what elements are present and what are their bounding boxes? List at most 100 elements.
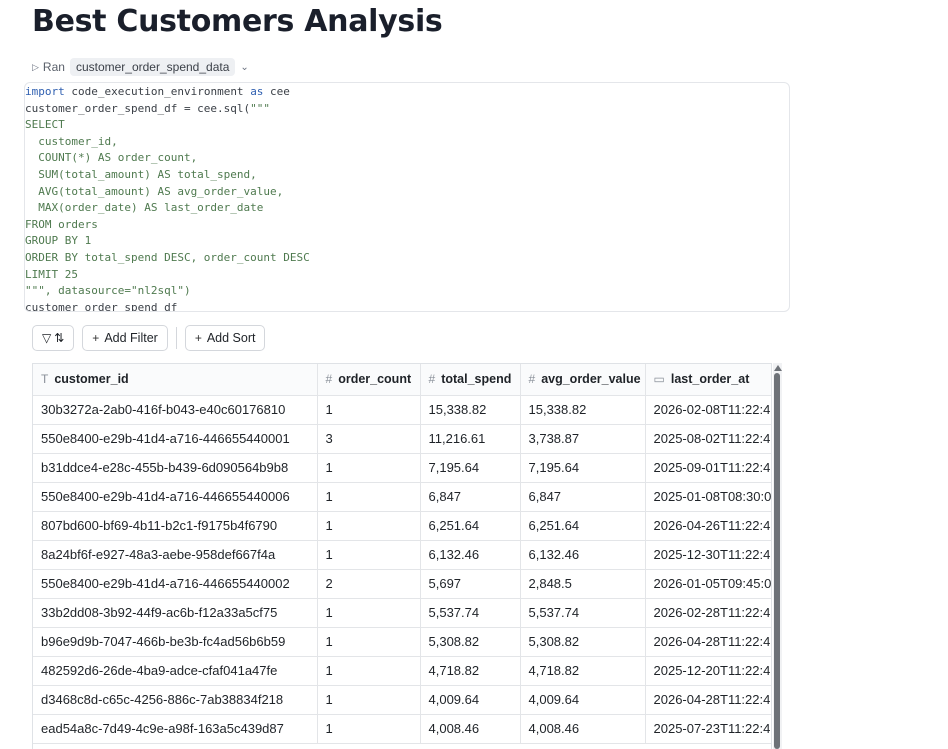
table-cell-total-spend[interactable]: 6,847 bbox=[420, 482, 521, 512]
table-cell-total-spend[interactable]: 6,132.46 bbox=[420, 540, 521, 570]
code-line: FROM orders bbox=[25, 217, 98, 233]
table-cell-total-spend[interactable]: 4,009.64 bbox=[420, 685, 521, 715]
table-cell-avg-order-value[interactable]: 5,308.82 bbox=[520, 627, 646, 657]
table-cell-last-order-at[interactable]: 2026-04-26T11:22:4 bbox=[645, 511, 771, 541]
code-cell[interactable]: import code_execution_environment as cee… bbox=[24, 82, 790, 312]
table-row[interactable]: 33b2dd08-3b92-44f9-ac6b-f12a33a5cf75 1 5,5… bbox=[33, 598, 771, 628]
table-row[interactable]: 807bd600-bf69-4b11-b2c1-f9175b4f6790 1 6,2… bbox=[33, 511, 771, 541]
table-cell-total-spend[interactable]: 5,697 bbox=[420, 569, 521, 599]
column-header-total-spend[interactable]: # total_spend bbox=[420, 364, 521, 396]
table-cell-total-spend[interactable]: 7,195.64 bbox=[420, 453, 521, 483]
table-cell-order-count[interactable]: 1 bbox=[317, 453, 421, 483]
code-line: COUNT(*) AS order_count, bbox=[25, 150, 197, 166]
table-cell-order-count[interactable]: 1 bbox=[317, 482, 421, 512]
table-cell-avg-order-value[interactable]: 15,338.82 bbox=[520, 395, 646, 425]
table-row[interactable]: 30b3272a-2ab0-416f-b043-e40c60176810 1 15,… bbox=[33, 395, 771, 425]
table-cell-order-count[interactable]: 1 bbox=[317, 395, 421, 425]
plus-icon: + bbox=[92, 331, 100, 345]
table-row[interactable]: 550e8400-e29b-41d4-a716-446655440001 3 11,… bbox=[33, 424, 771, 454]
table-cell-customer-id[interactable]: 550e8400-e29b-41d4-a716-446655440001 bbox=[33, 424, 318, 454]
page-title: Best Customers Analysis bbox=[32, 4, 443, 39]
table-row[interactable]: d3468c8d-c65c-4256-886c-7ab38834f218 1 4,0… bbox=[33, 685, 771, 715]
table-cell-last-order-at[interactable]: 2025-12-20T11:22:4 bbox=[645, 656, 771, 686]
table-row[interactable]: b96e9d9b-7047-466b-be3b-fc4ad56b6b59 1 5,3… bbox=[33, 627, 771, 657]
column-header-order-count[interactable]: # order_count bbox=[317, 364, 421, 396]
table-cell-last-order-at[interactable]: 2025-07-23T11:22:4 bbox=[645, 714, 771, 744]
table-row[interactable]: ead54a8c-7d49-4c9e-a98f-163a5c439d87 1 4,0… bbox=[33, 714, 771, 744]
table-cell-customer-id[interactable]: ead54a8c-7d49-4c9e-a98f-163a5c439d87 bbox=[33, 714, 318, 744]
table-cell-last-order-at[interactable]: 2025-01-08T08:30:0 bbox=[645, 482, 771, 512]
table-cell-total-spend[interactable]: 11,216.61 bbox=[420, 424, 521, 454]
table-cell-avg-order-value[interactable]: 4,009.64 bbox=[520, 685, 646, 715]
chevron-down-icon[interactable]: ⌄ bbox=[240, 62, 248, 73]
table-cell-order-count[interactable]: 1 bbox=[317, 685, 421, 715]
add-sort-button[interactable]: + Add Sort bbox=[184, 325, 266, 351]
code-line: customer_order_spend_df = cee.sql(""" bbox=[25, 101, 270, 117]
code-line: SELECT bbox=[25, 117, 65, 133]
table-row[interactable]: 550e8400-e29b-41d4-a716-446655440002 2 5,6… bbox=[33, 569, 771, 599]
table-cell-last-order-at[interactable]: 2026-04-28T11:22:4 bbox=[645, 685, 771, 715]
table-row[interactable]: b31ddce4-e28c-455b-b439-6d090564b9b8 1 7,1… bbox=[33, 453, 771, 483]
column-header-avg-order-value[interactable]: # avg_order_value bbox=[520, 364, 646, 396]
code-line: import code_execution_environment as cee bbox=[25, 84, 290, 100]
table-cell-order-count[interactable]: 1 bbox=[317, 656, 421, 686]
table-cell-total-spend[interactable]: 4,718.82 bbox=[420, 656, 521, 686]
table-cell-avg-order-value[interactable]: 5,537.74 bbox=[520, 598, 646, 628]
scroll-up-arrow-icon[interactable] bbox=[773, 365, 782, 371]
table-cell-total-spend[interactable]: 5,308.82 bbox=[420, 627, 521, 657]
table-cell-customer-id[interactable]: 550e8400-e29b-41d4-a716-446655440006 bbox=[33, 482, 318, 512]
plus-icon: + bbox=[194, 331, 202, 345]
table-cell-customer-id[interactable]: 30b3272a-2ab0-416f-b043-e40c60176810 bbox=[33, 395, 318, 425]
table-cell-last-order-at[interactable]: 2026-02-28T11:22:4 bbox=[645, 598, 771, 628]
table-cell-order-count[interactable]: 1 bbox=[317, 511, 421, 541]
table-cell-order-count[interactable]: 1 bbox=[317, 598, 421, 628]
table-row[interactable]: 8a24bf6f-e927-48a3-aebe-958def667f4a 1 6,1… bbox=[33, 540, 771, 570]
table-cell-avg-order-value[interactable]: 2,848.5 bbox=[520, 569, 646, 599]
table-cell-total-spend[interactable]: 5,537.74 bbox=[420, 598, 521, 628]
table-cell-avg-order-value[interactable]: 4,718.82 bbox=[520, 656, 646, 686]
column-header-last-order-at[interactable]: ▭ last_order_at bbox=[645, 364, 771, 396]
filter-sort-button[interactable]: ▽ ⇅ bbox=[32, 325, 75, 351]
table-cell-total-spend[interactable]: 15,338.82 bbox=[420, 395, 521, 425]
table-cell-last-order-at[interactable]: 2026-04-28T11:22:4 bbox=[645, 627, 771, 657]
add-filter-button[interactable]: + Add Filter bbox=[82, 325, 168, 351]
table-cell-last-order-at[interactable]: 2025-08-02T11:22:4 bbox=[645, 424, 771, 454]
table-cell-customer-id[interactable]: d3468c8d-c65c-4256-886c-7ab38834f218 bbox=[33, 685, 318, 715]
table-cell-order-count[interactable]: 1 bbox=[317, 540, 421, 570]
table-cell-avg-order-value[interactable]: 3,738.87 bbox=[520, 424, 646, 454]
table-cell-total-spend[interactable]: 4,008.46 bbox=[420, 714, 521, 744]
column-header-label: avg_order_value bbox=[541, 372, 641, 387]
table-row[interactable]: 482592d6-26de-4ba9-adce-cfaf041a47fe 1 4,7… bbox=[33, 656, 771, 686]
table-cell-order-count[interactable]: 3 bbox=[317, 424, 421, 454]
table-cell-customer-id[interactable]: b96e9d9b-7047-466b-be3b-fc4ad56b6b59 bbox=[33, 627, 318, 657]
sort-icon: ⇅ bbox=[54, 331, 65, 345]
code-token: GROUP BY 1 bbox=[25, 234, 92, 248]
table-cell-last-order-at[interactable]: 2025-09-01T11:22:4 bbox=[645, 453, 771, 483]
table-cell-customer-id[interactable]: 550e8400-e29b-41d4-a716-446655440002 bbox=[33, 569, 318, 599]
table-cell-order-count[interactable]: 1 bbox=[317, 627, 421, 657]
column-header-customer-id[interactable]: Tcustomer_id bbox=[33, 364, 318, 396]
dataset-chip[interactable]: customer_order_spend_data bbox=[69, 58, 236, 76]
table-cell-total-spend[interactable]: 6,251.64 bbox=[420, 511, 521, 541]
table-cell-customer-id[interactable]: 482592d6-26de-4ba9-adce-cfaf041a47fe bbox=[33, 656, 318, 686]
code-token: customer_order_spend_df bbox=[25, 300, 178, 312]
vertical-scrollbar[interactable] bbox=[773, 363, 782, 749]
table-cell-customer-id[interactable]: 8a24bf6f-e927-48a3-aebe-958def667f4a bbox=[33, 540, 318, 570]
table-cell-last-order-at[interactable]: 2026-02-08T11:22:4 bbox=[645, 395, 771, 425]
table-cell-last-order-at[interactable]: 2026-01-05T09:45:0 bbox=[645, 569, 771, 599]
table-cell-avg-order-value[interactable]: 4,008.46 bbox=[520, 714, 646, 744]
scrollbar-thumb[interactable] bbox=[774, 373, 780, 749]
table-cell-customer-id[interactable]: 33b2dd08-3b92-44f9-ac6b-f12a33a5cf75 bbox=[33, 598, 318, 628]
table-cell-avg-order-value[interactable]: 7,195.64 bbox=[520, 453, 646, 483]
table-cell-customer-id[interactable]: b31ddce4-e28c-455b-b439-6d090564b9b8 bbox=[33, 453, 318, 483]
table-cell-order-count[interactable]: 2 bbox=[317, 569, 421, 599]
run-status-row[interactable]: ▷ Ran customer_order_spend_data ⌄ bbox=[32, 57, 249, 77]
table-cell-last-order-at[interactable]: 2025-12-30T11:22:4 bbox=[645, 540, 771, 570]
table-cell-avg-order-value[interactable]: 6,132.46 bbox=[520, 540, 646, 570]
table-cell-customer-id[interactable]: 807bd600-bf69-4b11-b2c1-f9175b4f6790 bbox=[33, 511, 318, 541]
table-cell-avg-order-value[interactable]: 6,251.64 bbox=[520, 511, 646, 541]
play-icon[interactable]: ▷ bbox=[32, 62, 39, 73]
table-row[interactable]: 550e8400-e29b-41d4-a716-446655440006 1 6,8… bbox=[33, 482, 771, 512]
table-cell-order-count[interactable]: 1 bbox=[317, 714, 421, 744]
table-cell-avg-order-value[interactable]: 6,847 bbox=[520, 482, 646, 512]
